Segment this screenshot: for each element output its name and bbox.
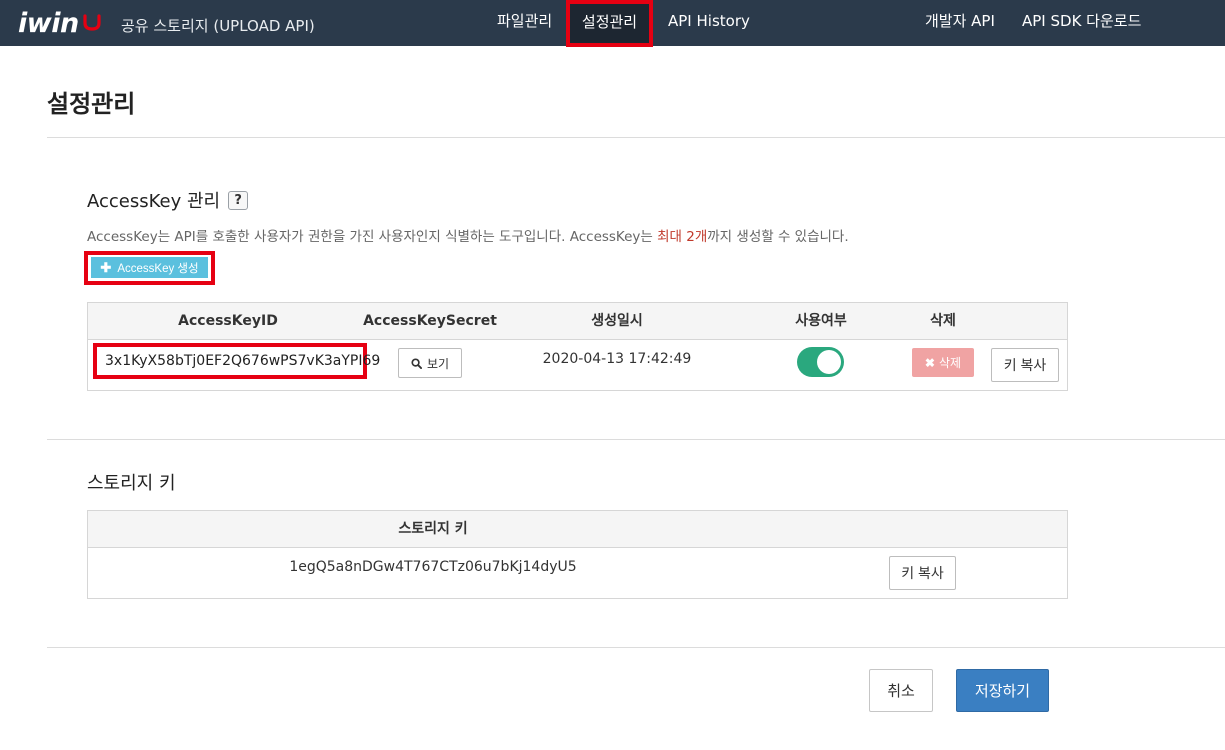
save-button[interactable]: 저장하기 <box>956 669 1049 712</box>
divider <box>47 647 1225 648</box>
description-text-end: 까지 생성할 수 있습니다. <box>707 229 849 245</box>
created-at-value: 2020-04-13 17:42:49 <box>542 351 692 367</box>
page-title: 설정관리 <box>47 90 136 118</box>
cancel-button[interactable]: 취소 <box>869 669 933 712</box>
column-header-accesskey-id: AccessKeyID <box>178 313 278 329</box>
nav-item-api-history[interactable]: API History <box>668 0 750 46</box>
nav-item-sdk-download[interactable]: API SDK 다운로드 <box>1022 0 1141 46</box>
accesskey-description: AccessKey는 API를 호출한 사용자가 권한을 가진 사용자인지 식별… <box>87 225 849 245</box>
column-header-enabled: 사용여부 <box>795 313 847 329</box>
accesskey-table: AccessKeyID AccessKeySecret 생성일시 사용여부 삭제… <box>87 302 1068 391</box>
table-header: AccessKeyID AccessKeySecret 생성일시 사용여부 삭제 <box>88 303 1067 340</box>
close-icon: ✖ <box>924 355 935 370</box>
search-icon <box>411 357 422 369</box>
column-header-created-at: 생성일시 <box>591 313 643 329</box>
delete-key-label: 삭제 <box>938 356 962 370</box>
column-header-delete: 삭제 <box>930 313 956 329</box>
nav-item-developer-api[interactable]: 개발자 API <box>925 0 995 46</box>
logo-text: iwin <box>18 7 79 39</box>
top-navbar: iwin 공유 스토리지 (UPLOAD API) 파일관리 설정관리 API … <box>0 0 1225 47</box>
smile-logo-icon <box>83 14 101 31</box>
storage-key-table: 스토리지 키 1egQ5a8nDGw4T767CTz06u7bKj14dyU5 … <box>87 510 1068 599</box>
accesskey-id-value: 3x1KyX58bTj0EF2Q676wPS7vK3aYPI69 <box>105 353 381 369</box>
create-accesskey-label: AccessKey 생성 <box>117 262 199 275</box>
nav-item-file-management[interactable]: 파일관리 <box>497 0 552 46</box>
plus-icon: ✚ <box>100 259 112 275</box>
enabled-toggle[interactable] <box>797 347 844 377</box>
description-text: AccessKey는 API를 호출한 사용자가 권한을 가진 사용자인지 식별… <box>87 229 658 245</box>
accesskey-section-title: AccessKey 관리 ? <box>87 187 249 213</box>
copy-accesskey-button[interactable]: 키 복사 <box>991 348 1059 382</box>
storage-key-section-title: 스토리지 키 <box>87 469 176 495</box>
logo[interactable]: iwin <box>18 6 102 40</box>
accesskey-id-cell: 3x1KyX58bTj0EF2Q676wPS7vK3aYPI69 <box>93 343 380 379</box>
toggle-knob <box>817 350 841 374</box>
table-header: 스토리지 키 <box>88 511 1067 548</box>
divider <box>47 439 1225 440</box>
column-header-accesskey-secret: AccessKeySecret <box>363 313 497 329</box>
brand-subtitle: 공유 스토리지 (UPLOAD API) <box>121 17 315 35</box>
create-accesskey-button[interactable]: ✚ AccessKey 생성 <box>91 257 208 278</box>
view-secret-button[interactable]: 보기 <box>398 348 462 378</box>
view-secret-label: 보기 <box>426 356 450 371</box>
accesskey-title-text: AccessKey 관리 <box>87 191 221 212</box>
column-header-storage-key: 스토리지 키 <box>398 521 468 537</box>
description-highlight: 최대 2개 <box>657 229 708 245</box>
help-icon[interactable]: ? <box>228 190 249 210</box>
storage-key-title-text: 스토리지 키 <box>87 473 176 494</box>
nav-item-settings[interactable]: 설정관리 <box>566 0 653 47</box>
copy-storage-key-button[interactable]: 키 복사 <box>889 556 956 590</box>
divider <box>47 137 1225 138</box>
delete-key-button[interactable]: ✖ 삭제 <box>912 348 974 377</box>
storage-key-value: 1egQ5a8nDGw4T767CTz06u7bKj14dyU5 <box>289 559 577 575</box>
